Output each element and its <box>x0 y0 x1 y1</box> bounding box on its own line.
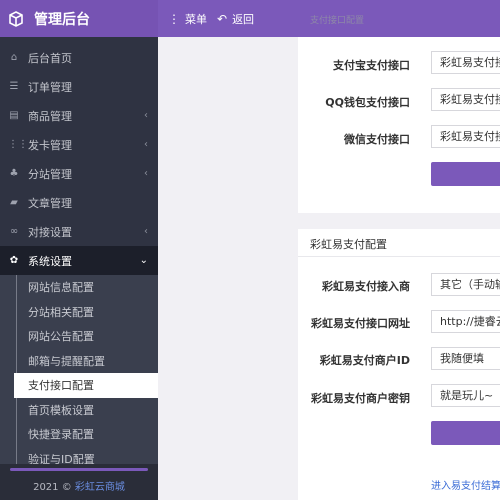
submenu-item-template[interactable]: 首页模板设置 <box>0 398 158 423</box>
sidebar-item-cards[interactable]: ⋮⋮ 发卡管理 ‹ <box>0 130 158 159</box>
menu-button[interactable]: ⋮ 菜单 <box>168 11 207 27</box>
yipay-key-input[interactable]: 就是玩儿~ <box>431 384 500 407</box>
submenu-item-payment[interactable]: 支付接口配置 <box>14 373 158 398</box>
sidebar-item-orders[interactable]: ☰ 订单管理 <box>0 72 158 101</box>
payment-panel-title: 支付接口配置 <box>310 16 365 26</box>
submenu-item-site-info[interactable]: 网站信息配置 <box>0 275 158 300</box>
sidebar-footer: 2021 © 彩虹云商城 <box>0 464 158 500</box>
sidebar-item-label: 订单管理 <box>28 80 72 94</box>
home-icon: ⌂ <box>10 52 18 63</box>
menu-icon: ⋮ <box>168 11 180 26</box>
link-icon: ∞ <box>9 226 19 237</box>
submenu-item-substation[interactable]: 分站相关配置 <box>0 300 158 325</box>
copyright-year: 2021 © <box>33 482 72 493</box>
back-label: 返回 <box>232 12 255 26</box>
submenu-item-notice[interactable]: 网站公告配置 <box>0 324 158 349</box>
wxpay-label: 微信支付接口 <box>344 133 410 146</box>
back-arrow-icon: ↶ <box>217 11 228 26</box>
copyright-brand[interactable]: 彩虹云商城 <box>75 482 125 493</box>
gear-icon: ✿ <box>9 255 19 266</box>
submenu: 网站信息配置 分站相关配置 网站公告配置 邮箱与提醒配置 支付接口配置 首页模板… <box>0 275 158 471</box>
menu-label: 菜单 <box>185 12 207 26</box>
yipay-save-button[interactable] <box>431 421 500 445</box>
alipay-label: 支付宝支付接口 <box>333 59 410 72</box>
yipay-url-input[interactable]: http://捷睿云上 <box>431 310 500 333</box>
cube-icon <box>9 10 23 27</box>
sidebar-item-system[interactable]: ✿ 系统设置 ⌄ <box>0 246 158 275</box>
app-title: 管理后台 <box>34 11 90 28</box>
sidebar-item-label: 文章管理 <box>28 196 72 210</box>
sidebar-item-label: 对接设置 <box>28 225 72 239</box>
yipay-panel-header-line <box>298 256 500 257</box>
sidebar-item-label: 系统设置 <box>28 254 72 268</box>
sidebar-item-label: 发卡管理 <box>28 138 72 152</box>
logo: 管理后台 <box>0 0 158 37</box>
qqpay-select[interactable]: 彩虹易支付接 <box>431 88 500 111</box>
sidebar-item-home[interactable]: ⌂ 后台首页 <box>0 43 158 72</box>
yipay-key-label: 彩虹易支付商户密钥 <box>311 392 410 405</box>
sidebar: ⌂ 后台首页 ☰ 订单管理 ▤ 商品管理 ‹ ⋮⋮ 发卡管理 ‹ ♣ 分站管理 … <box>0 37 158 500</box>
yipay-provider-select[interactable]: 其它（手动输 <box>431 273 500 296</box>
back-button[interactable]: ↶ 返回 <box>217 11 254 27</box>
submenu-item-email[interactable]: 邮箱与提醒配置 <box>0 349 158 374</box>
chevron-left-icon: ‹ <box>144 226 148 237</box>
chevron-left-icon: ‹ <box>144 168 148 179</box>
yipay-merchant-id-label: 彩虹易支付商户ID <box>319 354 410 367</box>
cart-icon: ▤ <box>9 110 19 121</box>
chevron-left-icon: ‹ <box>144 139 148 150</box>
chevron-left-icon: ‹ <box>144 110 148 121</box>
sidebar-item-label: 后台首页 <box>28 51 72 65</box>
submenu-item-quick-login[interactable]: 快捷登录配置 <box>0 422 158 447</box>
sidebar-item-products[interactable]: ▤ 商品管理 ‹ <box>0 101 158 130</box>
payment-save-button[interactable] <box>431 162 500 186</box>
sidebar-item-label: 商品管理 <box>28 109 72 123</box>
sidebar-item-integration[interactable]: ∞ 对接设置 ‹ <box>0 217 158 246</box>
sidebar-item-label: 分站管理 <box>28 167 72 181</box>
copyright: 2021 © 彩虹云商城 <box>0 478 158 493</box>
list-icon: ☰ <box>9 81 19 92</box>
chevron-down-icon: ⌄ <box>139 255 148 266</box>
yipay-merchant-id-input[interactable]: 我随便填 <box>431 347 500 370</box>
grid-icon: ⋮⋮ <box>8 139 28 150</box>
sidebar-item-substations[interactable]: ♣ 分站管理 ‹ <box>0 159 158 188</box>
sitemap-icon: ♣ <box>9 168 19 179</box>
article-icon: ▰ <box>10 197 18 208</box>
yipay-url-label: 彩虹易支付接口网址 <box>311 317 410 330</box>
sidebar-item-articles[interactable]: ▰ 文章管理 <box>0 188 158 217</box>
wxpay-select[interactable]: 彩虹易支付接 <box>431 125 500 148</box>
yipay-settlement-link[interactable]: 进入易支付结算 <box>431 477 500 492</box>
yipay-panel-title: 彩虹易支付配置 <box>310 238 387 251</box>
alipay-select[interactable]: 彩虹易支付接 <box>431 51 500 74</box>
scrollbar[interactable] <box>10 468 148 471</box>
qqpay-label: QQ钱包支付接口 <box>325 96 410 109</box>
yipay-provider-label: 彩虹易支付接入商 <box>322 280 410 293</box>
